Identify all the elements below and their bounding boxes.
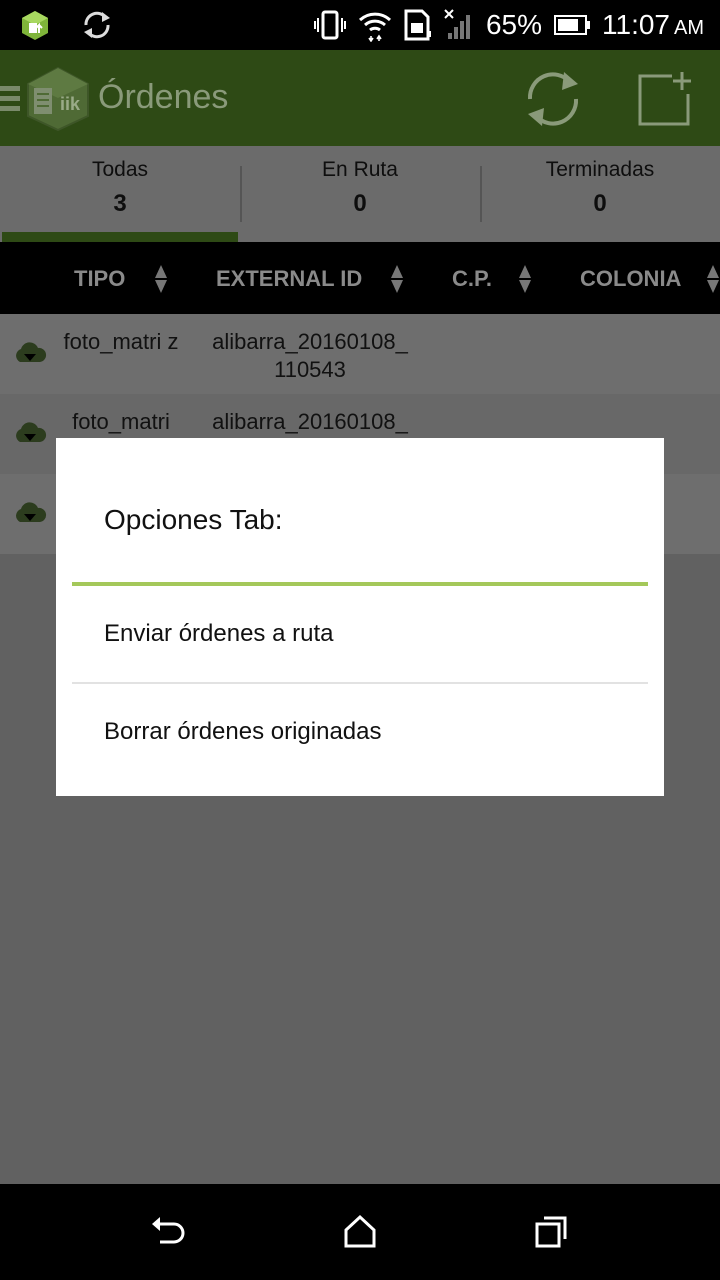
tab-en-ruta[interactable]: En Ruta 0 [240,146,480,242]
back-icon[interactable] [148,1212,188,1252]
option-label: Enviar órdenes a ruta [104,620,334,647]
vibrate-icon [313,10,346,40]
tab-count: 3 [113,190,127,217]
delete-originated-orders-option[interactable]: Borrar órdenes originadas [72,684,648,780]
cell-external-id: alibarra_20160108_ [212,409,408,434]
sort-icon[interactable] [154,264,168,294]
tab-count: 0 [353,190,367,217]
column-header-tipo[interactable]: TIPO [74,266,125,292]
options-dialog: Opciones Tab: Enviar órdenes a ruta Borr… [56,438,664,796]
menu-icon[interactable] [0,84,20,114]
battery-icon [554,15,590,35]
table-header: TIPO EXTERNAL ID C.P. COLONIA [0,242,720,314]
battery-percent: 65% [485,9,542,40]
tab-label: Todas [91,158,149,181]
order-tabs: Todas 3 En Ruta 0 Terminadas 0 [0,146,720,242]
tab-count: 0 [593,190,607,217]
clock-ampm: AM [674,17,704,39]
cloud-download-icon [16,342,47,362]
table-row[interactable]: foto_matri z alibarra_20160108_ 110543 [0,314,720,394]
new-order-icon[interactable] [636,70,694,128]
sort-icon[interactable] [706,264,720,294]
sort-icon[interactable] [518,264,532,294]
recent-apps-icon[interactable] [532,1212,572,1252]
clock-time: 11:07 [602,9,670,40]
tab-todas[interactable]: Todas 3 [0,146,240,242]
tab-label: Terminadas [545,158,655,181]
cell-external-id: alibarra_20160108_ 110543 [212,329,408,382]
sort-icon[interactable] [390,264,404,294]
wifi-icon [358,12,391,42]
tab-label: En Ruta [322,158,398,181]
column-header-colonia[interactable]: COLONIA [580,266,681,292]
sim-icon [404,9,431,41]
cell-tipo: foto_matri [72,409,170,434]
tab-terminadas[interactable]: Terminadas 0 [480,146,720,242]
column-header-external-id[interactable]: EXTERNAL ID [216,266,362,292]
refresh-icon[interactable] [522,68,584,130]
send-orders-to-route-option[interactable]: Enviar órdenes a ruta [72,586,648,682]
status-bar: 65% 11:07 AM [0,0,720,50]
no-signal-icon [444,9,470,39]
cell-tipo: foto_matri z [63,329,179,354]
dialog-title: Opciones Tab: [104,504,283,535]
cloud-download-icon [16,422,47,442]
system-nav-bar [0,1184,720,1280]
page-title: Órdenes [98,78,229,116]
sync-icon [84,11,110,39]
clock: 11:07 AM [602,9,704,41]
column-header-cp[interactable]: C.P. [452,266,492,292]
cloud-download-icon [16,502,47,522]
app-bar: iik Órdenes [0,50,720,146]
option-label: Borrar órdenes originadas [104,718,382,745]
svg-text:iik: iik [60,94,81,114]
tab-selected-indicator [2,232,238,242]
app-logo[interactable]: iik [26,66,90,132]
app-notification-icon [22,11,48,40]
home-icon[interactable] [340,1212,380,1252]
